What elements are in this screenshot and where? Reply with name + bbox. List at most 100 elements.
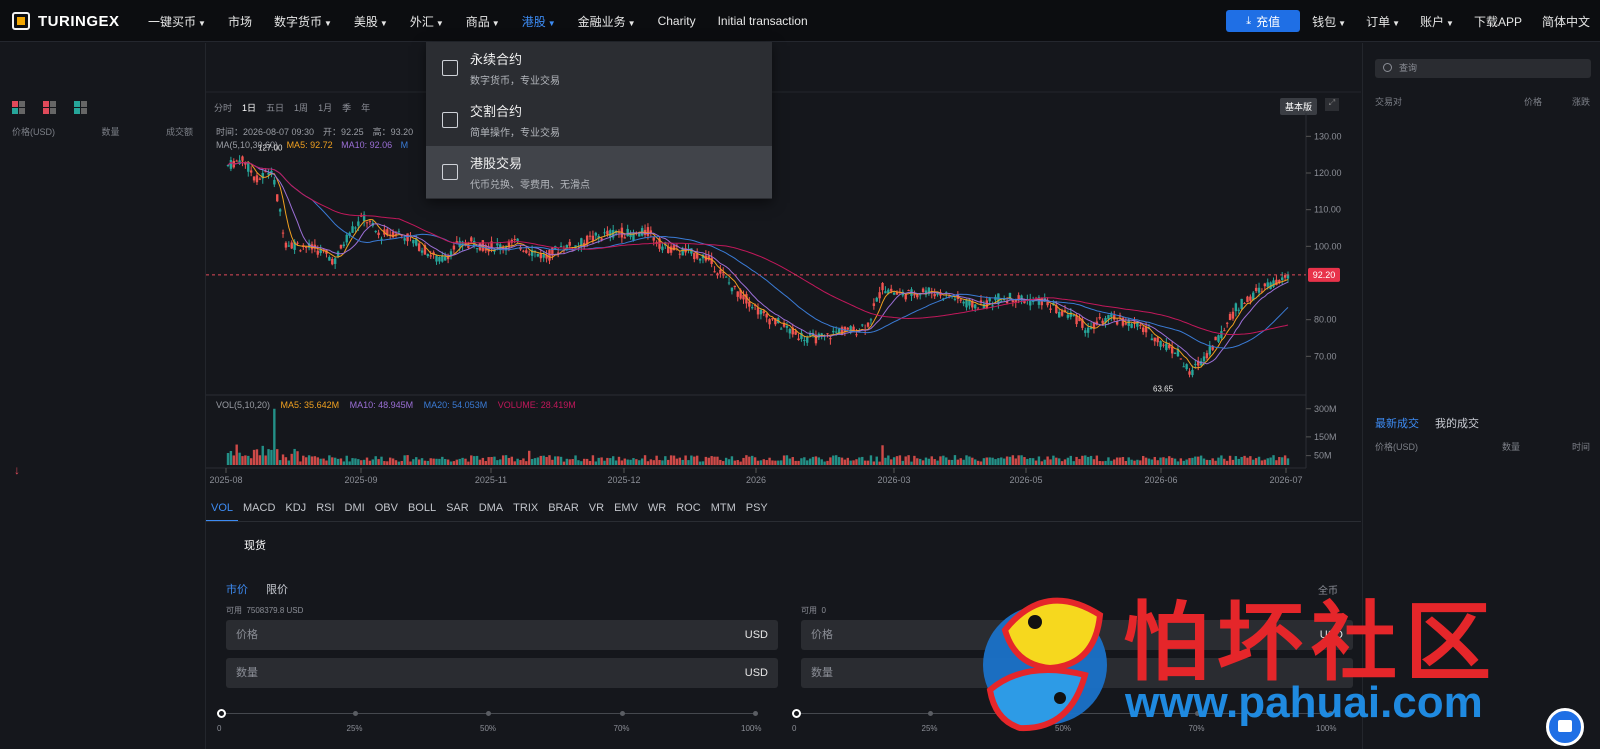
market-search-input[interactable]: 查询 (1375, 59, 1591, 78)
nav-item-9[interactable]: Initial transaction (718, 14, 808, 28)
orderbook-both-icon[interactable] (12, 101, 25, 114)
sell-available: 可用 0 (801, 605, 826, 616)
nav-item-7[interactable]: 金融业务 ▼ (578, 13, 636, 30)
nav-item-4[interactable]: 外汇 ▼ (410, 13, 444, 30)
indicator-tab-wr[interactable]: WR (643, 498, 671, 522)
volume-bar (1081, 455, 1084, 465)
indicator-tab-kdj[interactable]: KDJ (280, 498, 311, 522)
dropdown-item-2[interactable]: 港股交易 代币兑换、零费用、无滑点 (426, 146, 772, 198)
indicator-tab-roc[interactable]: ROC (671, 498, 705, 522)
indicator-tab-rsi[interactable]: RSI (311, 498, 339, 522)
volume-bar (261, 445, 264, 465)
candle-body (884, 291, 887, 294)
indicator-tab-psy[interactable]: PSY (741, 498, 773, 522)
volume-bar (597, 457, 600, 465)
volume-bar (1089, 455, 1093, 465)
col-change[interactable]: 涨跌 (1572, 95, 1590, 108)
indicator-tab-emv[interactable]: EMV (609, 498, 643, 522)
nav-right-item-3[interactable]: 下载APP (1474, 13, 1522, 30)
volume-bar (771, 460, 774, 465)
volume-bar (1159, 457, 1162, 465)
volume-bar (293, 448, 296, 465)
tab-limit[interactable]: 限价 (266, 581, 288, 597)
nav-right-item-0[interactable]: 钱包 ▼ (1312, 13, 1346, 30)
candle-body (1185, 364, 1188, 370)
kline-svg[interactable]: 130.00 120.00 110.00 100.00 80.00 70.00 300M 15… (206, 43, 1361, 498)
slider-stop[interactable] (753, 711, 758, 716)
time-tick-label: 2026-03 (877, 475, 910, 485)
dropdown-item-0[interactable]: 永续合约 数字货币，专业交易 (426, 42, 772, 94)
volume-bar (258, 455, 262, 465)
volume-bar (753, 457, 757, 465)
tab-market[interactable]: 市价 (226, 581, 248, 597)
volume-bar (643, 455, 647, 465)
nav-item-label: 美股 (353, 14, 378, 29)
volume-bar (907, 455, 910, 465)
volume-bar (545, 456, 548, 465)
slider-stop[interactable] (486, 711, 491, 716)
candle-body (861, 324, 864, 326)
volume-bar (811, 456, 815, 465)
volume-bar (768, 457, 771, 465)
tab-my-trades[interactable]: 我的成交 (1435, 415, 1479, 431)
current-price-label: 92.20 (1313, 270, 1336, 280)
nav-item-0[interactable]: 一键买币 ▼ (148, 13, 206, 30)
buy-qty-field[interactable]: 数量 USD (226, 658, 778, 688)
slider-stop[interactable] (619, 711, 625, 716)
volume-bar (591, 455, 595, 465)
nav-item-3[interactable]: 美股 ▼ (354, 13, 388, 30)
volume-bar (1165, 458, 1168, 465)
buy-price-field[interactable]: 价格 USD (226, 620, 778, 650)
col-pair[interactable]: 交易对 (1375, 95, 1402, 108)
col-price: 价格(USD) (12, 127, 55, 137)
brand-logo[interactable]: TURINGEX (12, 12, 120, 30)
indicator-tab-dma[interactable]: DMA (474, 498, 508, 522)
buy-percent-slider[interactable]: 0 25% 50% 70% 100% (217, 708, 761, 733)
nav-item-5[interactable]: 商品 ▼ (466, 13, 500, 30)
indicator-tab-sar[interactable]: SAR (441, 498, 474, 522)
volume-bar (1139, 460, 1142, 465)
volume-bar (733, 460, 737, 465)
nav-right-item-4[interactable]: 简体中文 (1542, 13, 1590, 30)
volume-bar (470, 455, 473, 465)
nav-right-item-2[interactable]: 账户 ▼ (1420, 13, 1454, 30)
volume-bar (1092, 459, 1096, 465)
indicator-tab-vr[interactable]: VR (584, 498, 609, 522)
indicator-tab-vol[interactable]: VOL (206, 498, 239, 522)
nav-item-1[interactable]: 市场 (228, 13, 252, 30)
deposit-button[interactable]: ⤓ 充值 (1226, 10, 1301, 32)
volume-bar (493, 456, 496, 465)
col-market-price[interactable]: 价格 (1524, 95, 1542, 108)
slider-knob[interactable] (792, 709, 801, 718)
slider-stop[interactable] (927, 711, 933, 716)
chat-support-button[interactable] (1546, 708, 1584, 746)
slider-stop[interactable] (352, 711, 358, 716)
slider-knob[interactable] (217, 709, 226, 718)
nav-right-item-1[interactable]: 订单 ▼ (1366, 13, 1400, 30)
volume-bar (1208, 460, 1212, 465)
indicator-tab-obv[interactable]: OBV (370, 498, 403, 522)
candle-body (403, 238, 406, 241)
volume-bar (1060, 461, 1064, 465)
nav-item-8[interactable]: Charity (658, 14, 696, 28)
orderbook-asks-icon[interactable] (43, 101, 56, 114)
nav-item-6[interactable]: 港股 ▼ (522, 13, 556, 30)
candle-body (1141, 327, 1145, 332)
candle-body (878, 292, 881, 299)
volume-bar (1199, 455, 1203, 465)
indicator-tab-macd[interactable]: MACD (238, 498, 280, 522)
indicator-tab-brar[interactable]: BRAR (543, 498, 584, 522)
indicator-tab-mtm[interactable]: MTM (706, 498, 741, 522)
candle-body (1150, 338, 1154, 341)
indicator-tab-dmi[interactable]: DMI (340, 498, 370, 522)
dropdown-item-1[interactable]: 交割合约 简单操作，专业交易 (426, 94, 772, 146)
tab-latest-trades[interactable]: 最新成交 (1375, 415, 1419, 431)
candle-body (1060, 311, 1064, 316)
orderbook-bids-icon[interactable] (74, 101, 87, 114)
nav-item-2[interactable]: 数字货币 ▼ (274, 13, 332, 30)
candle-body (736, 291, 739, 297)
volume-bar (406, 455, 409, 465)
indicator-tab-boll[interactable]: BOLL (403, 498, 441, 522)
volume-bar (1243, 455, 1246, 465)
indicator-tab-trix[interactable]: TRIX (508, 498, 543, 522)
